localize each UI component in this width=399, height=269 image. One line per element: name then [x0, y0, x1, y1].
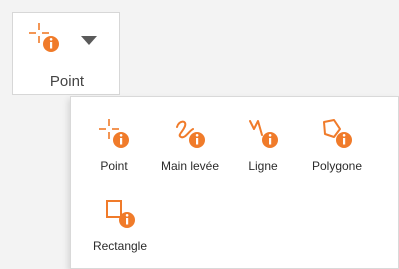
- polygon-icon: [323, 119, 352, 148]
- gallery-item-line[interactable]: Ligne: [241, 117, 285, 173]
- gallery-item-label: Point: [100, 159, 128, 173]
- gallery-item-label: Polygone: [311, 159, 363, 173]
- gallery-item-freehand[interactable]: Main levée: [155, 117, 225, 173]
- point-button-label: Point: [49, 73, 85, 90]
- rectangle-icon: [106, 200, 135, 228]
- point-icon: [99, 119, 129, 148]
- gallery-item-polygon[interactable]: Polygone: [307, 117, 367, 173]
- gallery-item-point[interactable]: Point: [91, 117, 137, 173]
- line-icon: [249, 120, 278, 148]
- create-feature-gallery: Point Main levée Ligne Polygone Rectangl…: [70, 96, 399, 269]
- gallery-item-label: Rectangle: [92, 239, 148, 253]
- gallery-item-label: Ligne: [248, 159, 278, 173]
- gallery-item-rectangle[interactable]: Rectangle: [91, 197, 149, 253]
- point-split-button[interactable]: Point: [12, 12, 120, 95]
- chevron-down-icon[interactable]: [81, 36, 97, 45]
- freehand-icon: [176, 120, 205, 148]
- point-icon: [29, 23, 59, 52]
- gallery-item-label: Main levée: [160, 159, 220, 173]
